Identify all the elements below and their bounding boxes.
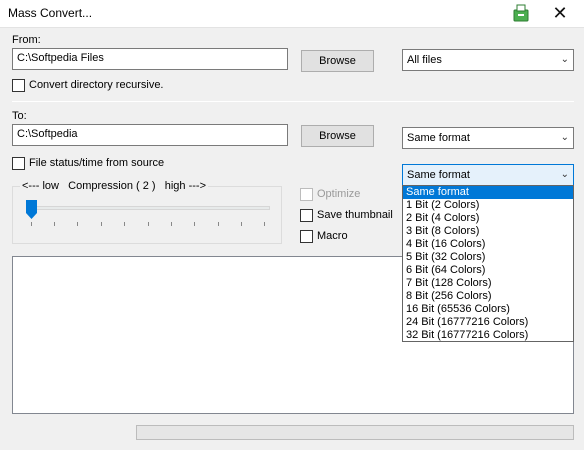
to-label: To: <box>12 110 27 122</box>
from-path-input[interactable]: C:\Softpedia Files <box>12 48 288 70</box>
compression-group <box>12 186 282 244</box>
color-depth-dropdown[interactable]: Same format ⌄ <box>402 164 574 186</box>
color-depth-option[interactable]: 2 Bit (4 Colors) <box>403 212 573 225</box>
chevron-down-icon: ⌄ <box>560 54 569 65</box>
app-tray-icon[interactable] <box>513 4 529 22</box>
compression-slider-track[interactable] <box>26 206 270 210</box>
compression-group-title: <--- low Compression ( 2 ) high ---> <box>20 180 209 192</box>
color-depth-option[interactable]: 6 Bit (64 Colors) <box>403 264 573 277</box>
color-depth-option[interactable]: Same format <box>403 186 573 199</box>
color-depth-list[interactable]: Same format 1 Bit (2 Colors) 2 Bit (4 Co… <box>402 185 574 342</box>
to-path-input[interactable]: C:\Softpedia <box>12 124 288 146</box>
color-depth-option[interactable]: 1 Bit (2 Colors) <box>403 199 573 212</box>
color-depth-option[interactable]: 4 Bit (16 Colors) <box>403 238 573 251</box>
save-thumbnail-checkbox[interactable] <box>300 209 313 222</box>
section-divider <box>12 101 574 102</box>
color-depth-option[interactable]: 7 Bit (128 Colors) <box>403 277 573 290</box>
file-filter-value: All files <box>407 54 442 66</box>
close-button[interactable]: ✕ <box>536 0 584 28</box>
file-filter-dropdown[interactable]: All files ⌄ <box>402 49 574 71</box>
chevron-down-icon: ⌄ <box>560 169 569 180</box>
output-format-value: Same format <box>407 132 470 144</box>
window-title: Mass Convert... <box>8 6 93 20</box>
recursive-label: Convert directory recursive. <box>29 79 164 91</box>
from-label: From: <box>12 34 41 46</box>
recursive-checkbox[interactable] <box>12 79 25 92</box>
compression-high-label: high ---> <box>164 180 207 192</box>
file-status-label: File status/time from source <box>29 157 165 169</box>
output-format-dropdown[interactable]: Same format ⌄ <box>402 127 574 149</box>
optimize-label: Optimize <box>317 188 361 200</box>
from-browse-button[interactable]: Browse <box>301 50 374 72</box>
macro-checkbox[interactable] <box>300 230 313 243</box>
chevron-down-icon: ⌄ <box>560 132 569 143</box>
compression-title-label: Compression ( 2 ) <box>68 180 156 192</box>
color-depth-option[interactable]: 24 Bit (16777216 Colors) <box>403 316 573 329</box>
save-thumbnail-label: Save thumbnail <box>317 209 393 221</box>
optimize-checkbox[interactable] <box>300 188 313 201</box>
progress-bar <box>136 425 574 440</box>
color-depth-option[interactable]: 16 Bit (65536 Colors) <box>403 303 573 316</box>
to-browse-button[interactable]: Browse <box>301 125 374 147</box>
color-depth-option[interactable]: 32 Bit (16777216 Colors) <box>403 329 573 342</box>
compression-low-label: <--- low <box>22 180 59 192</box>
color-depth-option[interactable]: 3 Bit (8 Colors) <box>403 225 573 238</box>
color-depth-option[interactable]: 5 Bit (32 Colors) <box>403 251 573 264</box>
color-depth-option[interactable]: 8 Bit (256 Colors) <box>403 290 573 303</box>
compression-slider-thumb[interactable] <box>26 200 37 219</box>
compression-slider-ticks <box>31 222 265 226</box>
file-status-checkbox[interactable] <box>12 157 25 170</box>
macro-label: Macro <box>317 230 348 242</box>
color-depth-value: Same format <box>407 169 470 181</box>
